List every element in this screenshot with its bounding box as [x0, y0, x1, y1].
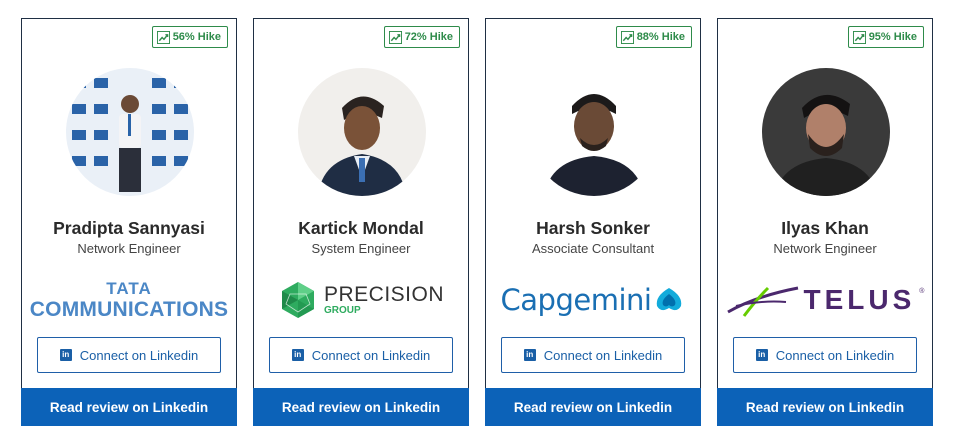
person-name: Harsh Sonker	[536, 218, 650, 238]
connect-linkedin-button[interactable]: in Connect on Linkedin	[501, 337, 685, 373]
connect-linkedin-button[interactable]: in Connect on Linkedin	[37, 337, 221, 373]
person-name: Kartick Mondal	[298, 218, 424, 238]
hike-badge: 72% Hike	[383, 26, 460, 48]
connect-linkedin-button[interactable]: in Connect on Linkedin	[269, 337, 453, 373]
company-logo: PRECISION GROUP	[254, 273, 468, 327]
testimonial-card: 95% Hike Ilyas Khan Network Engineer TEL…	[717, 18, 933, 426]
read-review-button[interactable]: Read review on Linkedin	[717, 388, 933, 426]
hike-badge: 56% Hike	[151, 26, 228, 48]
linkedin-icon: in	[291, 349, 304, 361]
hike-badge: 95% Hike	[847, 26, 924, 48]
profile-photo	[66, 68, 194, 196]
testimonial-card: 88% Hike Harsh Sonker Associate Consulta…	[485, 18, 701, 426]
company-logo: TELUS ®	[718, 273, 932, 327]
trending-up-icon	[852, 30, 866, 44]
profile-photo	[762, 68, 890, 196]
hike-text: 88% Hike	[636, 31, 685, 43]
linkedin-icon: in	[59, 349, 72, 361]
person-role: Network Engineer	[773, 241, 877, 256]
person-role: Associate Consultant	[531, 241, 655, 256]
testimonial-card: 56% Hike Pradipta Sannyasi Network Engin…	[21, 18, 237, 426]
tata-communications-logo: TATA COMMUNICATIONS	[29, 279, 229, 321]
telus-logo: TELUS ®	[726, 282, 925, 318]
person-role: System Engineer	[311, 241, 411, 256]
connect-label: Connect on Linkedin	[543, 347, 663, 363]
avatar	[762, 68, 890, 196]
testimonial-card: 72% Hike Kartick Mondal System Engineer …	[253, 18, 469, 426]
capgemini-logo: Capgemini	[501, 283, 686, 317]
hike-text: 56% Hike	[172, 31, 221, 43]
telus-swoosh-icon	[726, 286, 798, 317]
linkedin-icon: in	[523, 349, 536, 361]
hike-badge: 88% Hike	[615, 26, 692, 48]
person-name: Ilyas Khan	[781, 218, 869, 238]
company-logo: Capgemini	[486, 273, 700, 327]
connect-label: Connect on Linkedin	[775, 347, 895, 363]
registered-mark: ®	[919, 288, 925, 295]
profile-photo	[530, 68, 658, 196]
hike-text: 95% Hike	[868, 31, 917, 43]
company-logo: TATA COMMUNICATIONS	[22, 273, 236, 327]
avatar	[66, 68, 194, 196]
profile-photo	[298, 68, 426, 196]
person-role: Network Engineer	[77, 241, 181, 256]
precision-gem-icon	[281, 282, 314, 318]
hike-text: 72% Hike	[404, 31, 453, 43]
trending-up-icon	[620, 30, 634, 44]
connect-label: Connect on Linkedin	[311, 347, 431, 363]
avatar	[530, 68, 658, 196]
linkedin-icon: in	[755, 349, 768, 361]
read-review-button[interactable]: Read review on Linkedin	[21, 388, 237, 426]
precision-group-logo: PRECISION GROUP	[278, 280, 444, 320]
capgemini-spade-icon	[657, 288, 682, 311]
connect-linkedin-button[interactable]: in Connect on Linkedin	[733, 337, 917, 373]
trending-up-icon	[388, 30, 402, 44]
connect-label: Connect on Linkedin	[79, 347, 199, 363]
person-name: Pradipta Sannyasi	[53, 218, 205, 238]
trending-up-icon	[156, 30, 170, 44]
read-review-button[interactable]: Read review on Linkedin	[485, 388, 701, 426]
avatar	[298, 68, 426, 196]
read-review-button[interactable]: Read review on Linkedin	[253, 388, 469, 426]
